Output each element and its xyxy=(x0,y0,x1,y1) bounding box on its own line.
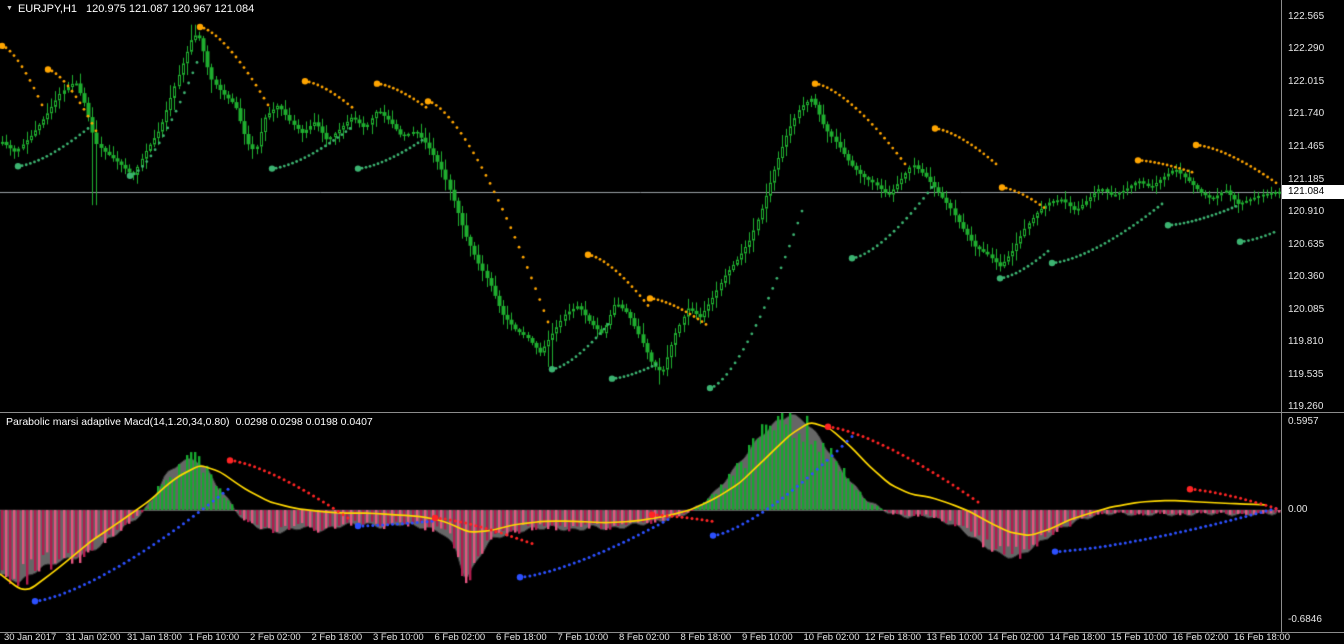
price-axis-label: 122.290 xyxy=(1288,43,1325,55)
indicator-values: 0.0298 0.0298 0.0198 0.0407 xyxy=(235,416,373,428)
ohlc-values: 120.975 121.087 120.967 121.084 xyxy=(86,3,255,15)
window-triangle-icon: ▼ xyxy=(6,5,13,12)
price-axis-label: 120.910 xyxy=(1288,206,1325,218)
indicator-params: (14,1.20,34,0.80) xyxy=(149,416,230,428)
time-axis[interactable]: 30 Jan 2017 31 Jan 02:00 31 Jan 18:00 1 Feb… xyxy=(0,633,1344,644)
price-axis-label: 119.535 xyxy=(1288,368,1324,380)
price-axis-label: 121.465 xyxy=(1288,140,1325,152)
time-axis-label: 10 Feb 02:00 xyxy=(803,632,860,643)
time-axis-label: 8 Feb 02:00 xyxy=(619,632,670,643)
time-axis-label: 16 Feb 18:00 xyxy=(1234,632,1290,643)
indicator-panel xyxy=(0,413,1281,632)
time-axis-label: 6 Feb 02:00 xyxy=(434,632,486,643)
time-axis-label: 15 Feb 10:00 xyxy=(1111,632,1167,643)
price-axis-label: 122.565 xyxy=(1288,10,1325,22)
indicator-axis-label: -0.6846 xyxy=(1288,613,1322,625)
time-axis-label: 31 Jan 02:00 xyxy=(65,632,121,643)
time-axis-label: 13 Feb 10:00 xyxy=(926,632,983,643)
time-axis-label: 6 Feb 18:00 xyxy=(496,632,547,643)
price-chart-canvas[interactable] xyxy=(0,0,1281,412)
current-price-tag: 121.084 xyxy=(1282,184,1344,199)
price-axis-label: 120.085 xyxy=(1288,303,1325,315)
time-axis-label: 30 Jan 2017 xyxy=(4,632,57,643)
indicator-axis[interactable]: 0.5957 0.00 -0.6846 xyxy=(1282,413,1344,632)
indicator-title: Parabolic marsi adaptive Macd(14,1.20,34… xyxy=(6,416,373,428)
time-axis-label: 12 Feb 18:00 xyxy=(865,632,921,643)
time-axis-label: 14 Feb 02:00 xyxy=(988,632,1044,643)
price-axis-label: 119.260 xyxy=(1288,400,1324,412)
price-axis-label: 120.360 xyxy=(1288,271,1325,283)
time-axis-label: 3 Feb 10:00 xyxy=(373,632,424,643)
time-axis-label: 9 Feb 10:00 xyxy=(742,632,793,643)
indicator-axis-label: 0.00 xyxy=(1288,504,1308,515)
price-axis-label: 121.185 xyxy=(1288,173,1325,185)
time-axis-label: 2 Feb 02:00 xyxy=(250,632,301,643)
indicator-axis-label: 0.5957 xyxy=(1288,416,1319,427)
price-axis-label: 120.635 xyxy=(1288,238,1325,250)
time-axis-separator xyxy=(0,632,1344,633)
price-axis-label: 122.015 xyxy=(1288,75,1325,87)
time-axis-label: 1 Feb 10:00 xyxy=(188,632,240,643)
panel-separator[interactable] xyxy=(0,412,1344,413)
axis-vertical-separator xyxy=(1281,0,1282,632)
price-axis-label: 121.740 xyxy=(1288,108,1325,120)
price-chart-panel xyxy=(0,0,1281,412)
time-axis-label: 2 Feb 18:00 xyxy=(311,632,363,643)
price-axis[interactable]: 121.084 122.565 122.290 122.015 121.740 121.… xyxy=(1282,0,1344,412)
time-axis-label: 7 Feb 10:00 xyxy=(557,632,609,643)
mt4-chart-window: ▼ EURJPY,H1 120.975 121.087 120.967 121.08… xyxy=(0,0,1344,644)
time-axis-label: 8 Feb 18:00 xyxy=(680,632,732,643)
indicator-name: Parabolic marsi adaptive Macd xyxy=(6,416,150,428)
time-axis-label: 31 Jan 18:00 xyxy=(127,632,182,643)
time-axis-label: 16 Feb 02:00 xyxy=(1172,632,1229,643)
symbol-name: EURJPY,H1 xyxy=(17,3,78,15)
price-axis-label: 119.810 xyxy=(1288,336,1324,348)
indicator-canvas[interactable] xyxy=(0,413,1281,632)
time-axis-label: 14 Feb 18:00 xyxy=(1049,632,1106,643)
symbol-ohlc-label: ▼ EURJPY,H1 120.975 121.087 120.967 121.08… xyxy=(6,3,254,15)
